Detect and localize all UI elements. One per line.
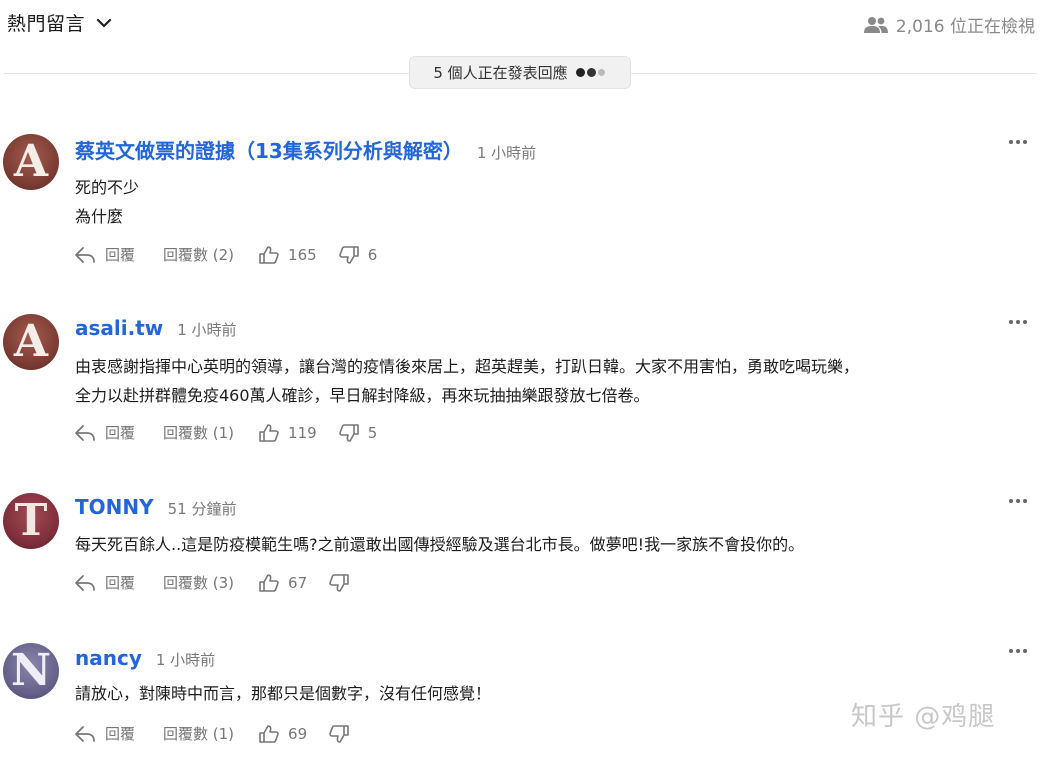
thumbs-up-icon xyxy=(259,724,279,743)
view-replies-button[interactable]: 回覆數 (3) xyxy=(163,572,234,593)
dislike-count: 5 xyxy=(367,423,378,442)
more-options-icon[interactable] xyxy=(1006,140,1027,144)
thumbs-up-icon xyxy=(259,245,279,264)
dislike-button[interactable]: 5 xyxy=(338,423,378,442)
avatar[interactable]: A xyxy=(3,134,59,190)
typing-dots-icon xyxy=(575,68,607,77)
like-count: 165 xyxy=(288,245,317,264)
sort-label: 熱門留言 xyxy=(7,13,86,35)
more-options-icon[interactable] xyxy=(1006,649,1027,653)
like-button[interactable]: 119 xyxy=(259,424,317,442)
comment-actions: 回覆 回覆數 (1) 119 5 xyxy=(74,422,377,443)
people-icon xyxy=(863,16,888,34)
more-options-icon[interactable] xyxy=(1006,499,1027,503)
typing-indicator-text: 5 個人正在發表回應 xyxy=(433,64,568,82)
sort-dropdown[interactable]: 熱門留言 xyxy=(7,9,113,36)
comment-body: 死的不少 為什麼 xyxy=(75,173,1030,231)
comment-line: 全力以赴拼群體免疫460萬人確診，早日解封降級，再來玩抽抽樂跟發放七倍卷。 xyxy=(75,386,650,405)
more-options-icon[interactable] xyxy=(1006,320,1027,324)
typing-indicator: 5 個人正在發表回應 xyxy=(409,56,631,89)
avatar[interactable]: T xyxy=(3,493,59,549)
reply-arrow-icon xyxy=(75,246,95,263)
comment-item: A 蔡英文做票的證據（13集系列分析與解密） 1 小時前 死的不少 為什麼 回覆… xyxy=(0,134,1041,274)
comment-body: 由衷感謝指揮中心英明的領導，讓台灣的疫情後來居上，超英趕美，打趴日韓。大家不用害… xyxy=(75,352,1030,410)
like-button[interactable]: 69 xyxy=(259,725,307,743)
reply-button[interactable]: 回覆 xyxy=(74,723,135,744)
view-replies-button[interactable]: 回覆數 (2) xyxy=(163,244,234,265)
thumbs-up-icon xyxy=(259,573,279,592)
like-button[interactable]: 67 xyxy=(259,574,307,592)
comment-line: 由衷感謝指揮中心英明的領導，讓台灣的疫情後來居上，超英趕美，打趴日韓。大家不用害… xyxy=(75,357,860,376)
comment-actions: 回覆 回覆數 (2) 165 6 xyxy=(74,244,377,265)
reply-button[interactable]: 回覆 xyxy=(74,422,135,443)
dislike-button[interactable] xyxy=(329,573,358,592)
thumbs-down-icon xyxy=(329,573,349,592)
thumbs-down-icon xyxy=(338,245,359,264)
comment-item: A asali.tw 1 小時前 由衷感謝指揮中心英明的領導，讓台灣的疫情後來居… xyxy=(0,314,1041,454)
comment-username[interactable]: 蔡英文做票的證據（13集系列分析與解密） xyxy=(75,135,463,164)
dislike-button[interactable] xyxy=(329,724,358,743)
comment-timestamp: 1 小時前 xyxy=(155,651,216,669)
chevron-down-icon xyxy=(95,14,113,32)
comment-timestamp: 1 小時前 xyxy=(476,144,537,162)
thumbs-down-icon xyxy=(329,724,349,743)
comment-item: T TONNY 51 分鐘前 每天死百餘人..這是防疫模範生嗎?之前還敢出國傳授… xyxy=(0,493,1041,603)
comments-header: 熱門留言 2,016 位正在檢視 xyxy=(0,0,1041,46)
like-count: 119 xyxy=(288,423,317,442)
like-count: 69 xyxy=(288,724,308,743)
reply-arrow-icon xyxy=(75,424,95,441)
like-count: 67 xyxy=(288,573,308,592)
thumbs-down-icon xyxy=(338,423,359,442)
avatar[interactable]: A xyxy=(3,314,59,370)
thumbs-up-icon xyxy=(259,423,279,442)
comment-username[interactable]: TONNY xyxy=(75,495,154,519)
comment-line: 為什麼 xyxy=(75,207,124,226)
reply-arrow-icon xyxy=(75,725,95,742)
reply-button[interactable]: 回覆 xyxy=(74,572,135,593)
reply-button[interactable]: 回覆 xyxy=(74,244,135,265)
viewer-count-text: 2,016 位正在檢視 xyxy=(895,17,1035,37)
dislike-count: 6 xyxy=(367,245,378,264)
dislike-button[interactable]: 6 xyxy=(338,245,378,264)
view-replies-button[interactable]: 回覆數 (1) xyxy=(163,723,234,744)
view-replies-button[interactable]: 回覆數 (1) xyxy=(163,422,234,443)
comment-username[interactable]: nancy xyxy=(75,646,142,670)
comment-timestamp: 51 分鐘前 xyxy=(167,500,237,518)
comment-line: 每天死百餘人..這是防疫模範生嗎?之前還敢出國傳授經驗及選台北市長。做夢吧!我一… xyxy=(75,535,805,554)
comment-actions: 回覆 回覆數 (3) 67 xyxy=(74,572,358,593)
avatar[interactable]: N xyxy=(3,643,59,699)
comment-username[interactable]: asali.tw xyxy=(75,316,163,340)
comment-timestamp: 1 小時前 xyxy=(177,321,237,339)
comment-line: 死的不少 xyxy=(75,178,140,197)
reply-arrow-icon xyxy=(75,574,95,591)
comment-body: 每天死百餘人..這是防疫模範生嗎?之前還敢出國傳授經驗及選台北市長。做夢吧!我一… xyxy=(75,530,1030,559)
like-button[interactable]: 165 xyxy=(259,246,317,264)
viewer-count: 2,016 位正在檢視 xyxy=(863,12,1035,37)
comment-actions: 回覆 回覆數 (1) 69 xyxy=(74,723,358,744)
watermark: 知乎 @鸡腿 xyxy=(851,702,996,732)
